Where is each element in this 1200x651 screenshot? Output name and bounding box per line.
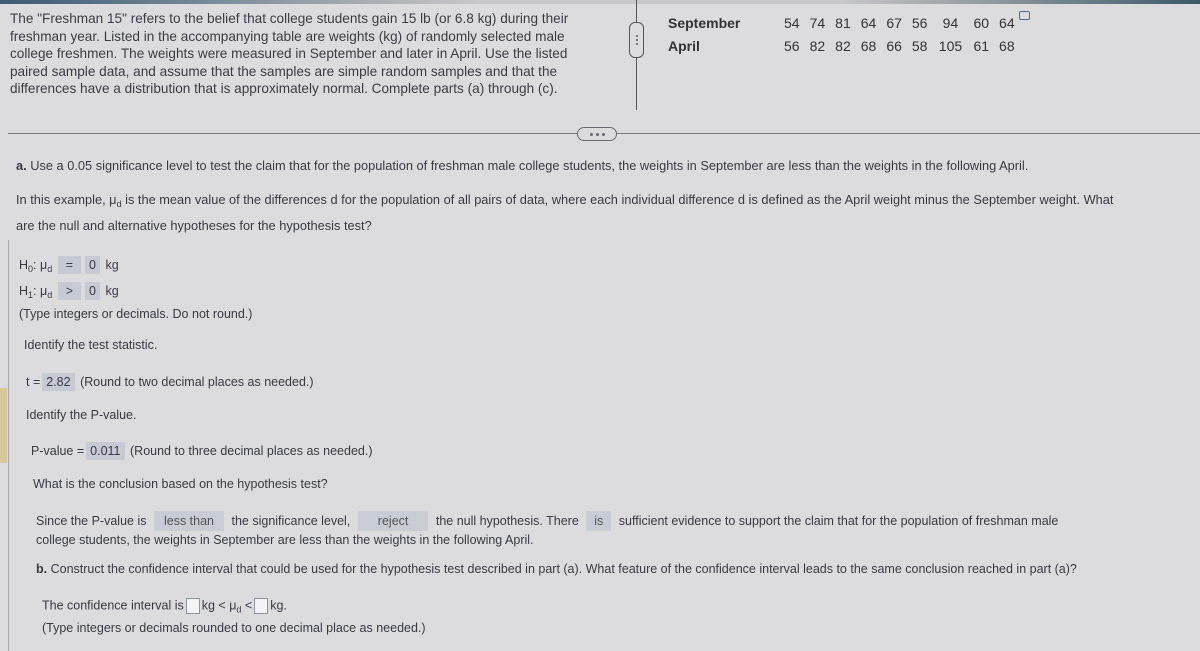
horizontal-resize-handle[interactable]	[577, 127, 617, 141]
context-text: In this example, μ	[16, 192, 117, 207]
part-a-prompt: a. Use a 0.05 significance level to test…	[16, 158, 1028, 173]
table-cell: 74	[809, 15, 826, 31]
h1-value-input[interactable]: 0	[85, 282, 100, 300]
context-text: is the mean value of the differences d f…	[121, 192, 1114, 207]
table-cell: 94	[942, 15, 959, 31]
table-cell: 61	[973, 38, 990, 54]
t-statistic-row: t = 2.82 (Round to two decimal places as …	[26, 373, 314, 391]
conclusion-text: the null hypothesis. There	[435, 514, 579, 528]
conclusion-text: Since the P-value is	[36, 514, 147, 528]
h1-mu: : μ	[33, 284, 48, 298]
table-row-april: April 56 82 82 68 66 58 105 61 68	[668, 35, 1030, 58]
part-a-text: Use a 0.05 significance level to test th…	[30, 158, 1029, 173]
conclusion-sentence: Since the P-value is less than the signi…	[36, 511, 1058, 531]
table-cell: 81	[835, 15, 851, 31]
ci-suffix: kg.	[270, 598, 287, 613]
pvalue-label: P-value =	[31, 444, 85, 458]
evidence-dropdown[interactable]: is	[586, 511, 612, 531]
h0-mu: : μ	[33, 258, 48, 272]
table-row-september: September 54 74 81 64 67 56 94 60 64	[668, 11, 1030, 35]
test-statistic-question: Identify the test statistic.	[24, 338, 158, 352]
table-cell: 105	[938, 38, 963, 54]
decision-dropdown[interactable]: reject	[357, 511, 429, 531]
t-value-input[interactable]: 2.82	[42, 373, 75, 391]
h0-unit: kg	[105, 258, 119, 272]
problem-intro: The "Freshman 15" refers to the belief t…	[10, 11, 569, 97]
table-cell: 66	[886, 38, 902, 54]
vertical-resize-handle[interactable]	[629, 22, 644, 58]
pvalue-question: Identify the P-value.	[26, 408, 137, 422]
conclusion-text: sufficient evidence to support the claim…	[618, 514, 1059, 528]
conclusion-question: What is the conclusion based on the hypo…	[33, 477, 328, 491]
h0-mu-sub: d	[47, 264, 53, 274]
ci-mid: <	[241, 598, 253, 613]
row-label: September	[668, 15, 741, 31]
t-label: t =	[26, 375, 41, 389]
table-cell: 56	[911, 15, 928, 31]
h1-mu-sub: d	[47, 290, 53, 300]
answer-area-border	[8, 240, 9, 651]
h1-label: H	[19, 284, 29, 298]
part-b-prompt: b. Construct the confidence interval tha…	[36, 562, 1077, 576]
table-cell: 58	[911, 38, 928, 54]
conclusion-text: the significance level,	[231, 514, 351, 528]
row-label: April	[668, 38, 700, 54]
null-hypothesis: H0: μd = 0 kg	[19, 256, 119, 274]
hypothesis-hint: (Type integers or decimals. Do not round…	[19, 307, 253, 321]
table-cell: 64	[860, 15, 877, 31]
part-a-context-line2: are the null and alternative hypotheses …	[16, 218, 372, 233]
table-cell: 68	[860, 38, 877, 54]
table-cell: 67	[886, 15, 902, 31]
pvalue-hint: (Round to three decimal places as needed…	[130, 444, 373, 458]
h0-value-input[interactable]: 0	[85, 256, 100, 274]
ci-upper-input[interactable]	[254, 598, 269, 614]
copy-icon[interactable]	[1018, 11, 1030, 20]
conclusion-line2: college students, the weights in Septemb…	[36, 533, 534, 547]
h0-label: H	[19, 258, 29, 272]
part-a-label: a.	[16, 158, 27, 173]
ci-hint: (Type integers or decimals rounded to on…	[42, 621, 426, 635]
part-b-label: b.	[36, 562, 48, 576]
window-top-strip	[0, 0, 1200, 4]
confidence-interval-row: The confidence interval is kg < μd < kg.	[42, 598, 287, 614]
table-cell: 82	[835, 38, 851, 54]
part-b-text: Construct the confidence interval that c…	[50, 562, 1077, 576]
table-cell: 64	[999, 15, 1015, 31]
ci-lower-input[interactable]	[185, 598, 200, 614]
table-cell: 56	[784, 38, 800, 54]
progress-indicator-strip	[0, 388, 7, 463]
pvalue-input[interactable]: 0.011	[86, 442, 125, 460]
ci-prefix: The confidence interval is	[42, 598, 184, 613]
pvalue-comparison-dropdown[interactable]: less than	[153, 511, 224, 531]
pvalue-row: P-value = 0.011 (Round to three decimal p…	[31, 442, 373, 460]
alternative-hypothesis: H1: μd >0 kg	[19, 282, 119, 300]
t-hint: (Round to two decimal places as needed.)	[80, 375, 314, 389]
data-table: September 54 74 81 64 67 56 94 60 64 Apr…	[668, 11, 1030, 58]
h1-operator-select[interactable]: >	[57, 282, 82, 300]
table-cell: 54	[784, 15, 800, 31]
ci-mid: kg < μ	[201, 598, 237, 613]
part-a-context: In this example, μd is the mean value of…	[16, 192, 1113, 209]
table-cell: 68	[999, 38, 1015, 54]
table-cell: 82	[809, 38, 826, 54]
table-cell: 60	[973, 15, 990, 31]
h0-operator-select[interactable]: =	[57, 256, 82, 274]
h1-unit: kg	[105, 284, 119, 298]
